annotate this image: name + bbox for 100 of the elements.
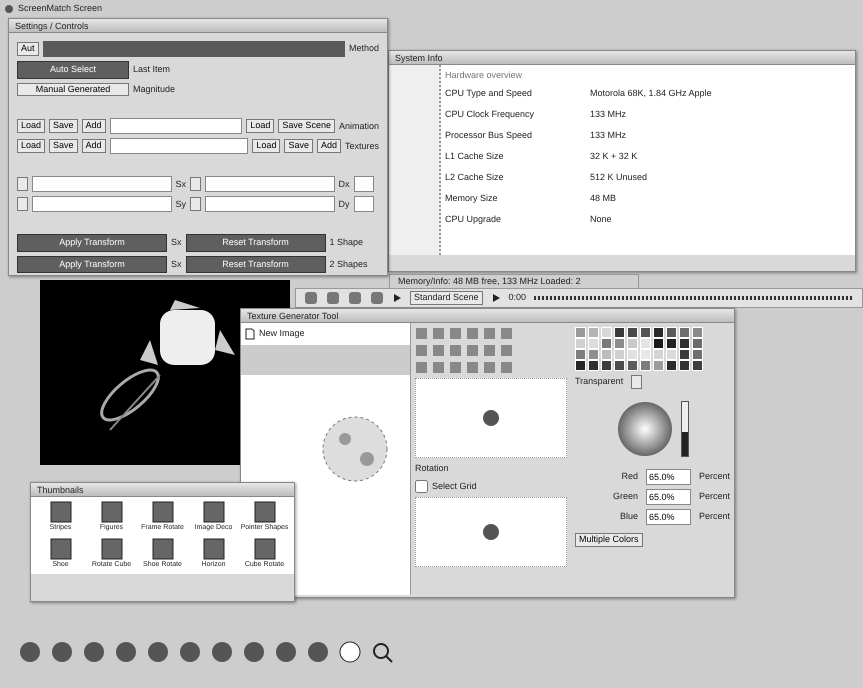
small-button[interactable]: [190, 177, 201, 192]
color-swatch[interactable]: [666, 360, 677, 371]
value-field[interactable]: [32, 176, 172, 192]
color-swatch[interactable]: [614, 338, 625, 349]
small-button[interactable]: [17, 177, 28, 192]
color-swatch[interactable]: [679, 360, 690, 371]
thumbnail-icon[interactable]: [100, 501, 122, 523]
progress-track[interactable]: [534, 296, 854, 300]
value-field[interactable]: [204, 176, 335, 192]
channel-field[interactable]: 65.0%: [646, 508, 691, 525]
value-field[interactable]: [32, 196, 172, 212]
color-swatch[interactable]: [692, 338, 703, 349]
swatch-icon[interactable]: [415, 327, 428, 340]
swatch-icon[interactable]: [483, 327, 496, 340]
color-swatch[interactable]: [614, 360, 625, 371]
file-button[interactable]: Add: [82, 119, 106, 134]
color-swatch[interactable]: [640, 349, 651, 360]
play-icon[interactable]: [490, 293, 501, 303]
file-button[interactable]: Load: [17, 119, 46, 134]
file-field[interactable]: [110, 118, 242, 134]
thumbnail-icon[interactable]: [202, 538, 224, 560]
swatch-icon[interactable]: [432, 327, 445, 340]
file-button[interactable]: Load: [246, 119, 274, 134]
channel-field[interactable]: 65.0%: [646, 468, 691, 485]
thumbnail-icon[interactable]: [254, 538, 276, 560]
thumbnail-icon[interactable]: [152, 501, 174, 523]
value-field[interactable]: [204, 196, 335, 212]
color-swatch[interactable]: [627, 338, 638, 349]
file-button[interactable]: Load: [252, 139, 280, 154]
color-swatch[interactable]: [666, 327, 677, 338]
thumbnail-icon[interactable]: [50, 501, 72, 523]
color-swatch[interactable]: [666, 349, 677, 360]
color-swatch[interactable]: [614, 349, 625, 360]
color-swatch[interactable]: [692, 327, 703, 338]
color-swatch[interactable]: [588, 338, 599, 349]
small-button[interactable]: [190, 197, 201, 212]
color-swatch[interactable]: [575, 349, 586, 360]
color-swatch[interactable]: [679, 338, 690, 349]
color-swatch[interactable]: [601, 349, 612, 360]
swatch-icon[interactable]: [500, 327, 513, 340]
action-button[interactable]: Reset Transform: [186, 256, 326, 274]
swatch-icon[interactable]: [466, 327, 479, 340]
color-swatch[interactable]: [614, 327, 625, 338]
window-tab[interactable]: Settings / Controls: [9, 19, 387, 33]
brightness-slider[interactable]: [680, 400, 688, 457]
circle-icon[interactable]: [338, 640, 362, 664]
color-swatch[interactable]: [575, 360, 586, 371]
color-swatch[interactable]: [692, 360, 703, 371]
color-swatch[interactable]: [679, 327, 690, 338]
color-swatch[interactable]: [640, 327, 651, 338]
color-swatch[interactable]: [588, 349, 599, 360]
transparent-swatch[interactable]: [631, 375, 642, 389]
color-swatch[interactable]: [653, 327, 664, 338]
channel-field[interactable]: 65.0%: [646, 488, 691, 505]
color-swatch[interactable]: [627, 349, 638, 360]
color-swatch[interactable]: [653, 338, 664, 349]
track-field[interactable]: Standard Scene: [410, 291, 483, 305]
file-button[interactable]: Save: [284, 139, 313, 154]
color-wheel[interactable]: [616, 400, 672, 457]
color-swatch[interactable]: [666, 338, 677, 349]
color-swatch[interactable]: [627, 327, 638, 338]
action-button[interactable]: Reset Transform: [186, 234, 326, 252]
mode-button[interactable]: Auto Select: [17, 61, 129, 78]
action-button[interactable]: Apply Transform: [17, 234, 167, 252]
color-swatch[interactable]: [601, 338, 612, 349]
file-button[interactable]: Save: [49, 119, 78, 134]
file-button[interactable]: Add: [316, 139, 341, 154]
file-button[interactable]: Save Scene: [278, 119, 335, 134]
color-swatch[interactable]: [575, 338, 586, 349]
search-icon[interactable]: [370, 640, 394, 664]
color-swatch[interactable]: [601, 360, 612, 371]
color-swatch[interactable]: [679, 349, 690, 360]
swatch-icon[interactable]: [449, 327, 462, 340]
file-field[interactable]: [110, 138, 248, 154]
color-swatch[interactable]: [653, 349, 664, 360]
color-swatch[interactable]: [588, 360, 599, 371]
method-button[interactable]: Aut: [17, 42, 39, 56]
color-swatch[interactable]: [601, 327, 612, 338]
thumbnail-icon[interactable]: [202, 501, 224, 523]
action-button[interactable]: Apply Transform: [17, 256, 167, 274]
color-swatch[interactable]: [640, 338, 651, 349]
small-button[interactable]: [17, 197, 28, 212]
thumbnail-icon[interactable]: [50, 538, 72, 560]
colors-button[interactable]: Multiple Colors: [575, 532, 643, 547]
color-swatch[interactable]: [692, 349, 703, 360]
small-field[interactable]: [354, 196, 374, 212]
grid-checkbox[interactable]: [415, 480, 428, 493]
small-field[interactable]: [354, 176, 374, 192]
thumbnail-icon[interactable]: [254, 501, 276, 523]
color-swatch[interactable]: [653, 360, 664, 371]
file-button[interactable]: Save: [49, 139, 78, 154]
color-swatch[interactable]: [588, 327, 599, 338]
color-swatch[interactable]: [640, 360, 651, 371]
color-swatch[interactable]: [575, 327, 586, 338]
file-button[interactable]: Load: [17, 139, 46, 154]
file-button[interactable]: Add: [82, 139, 106, 154]
color-swatch[interactable]: [627, 360, 638, 371]
thumbnail-icon[interactable]: [100, 538, 122, 560]
mode-button[interactable]: Manual Generated: [17, 82, 129, 96]
thumbnail-icon[interactable]: [152, 538, 174, 560]
